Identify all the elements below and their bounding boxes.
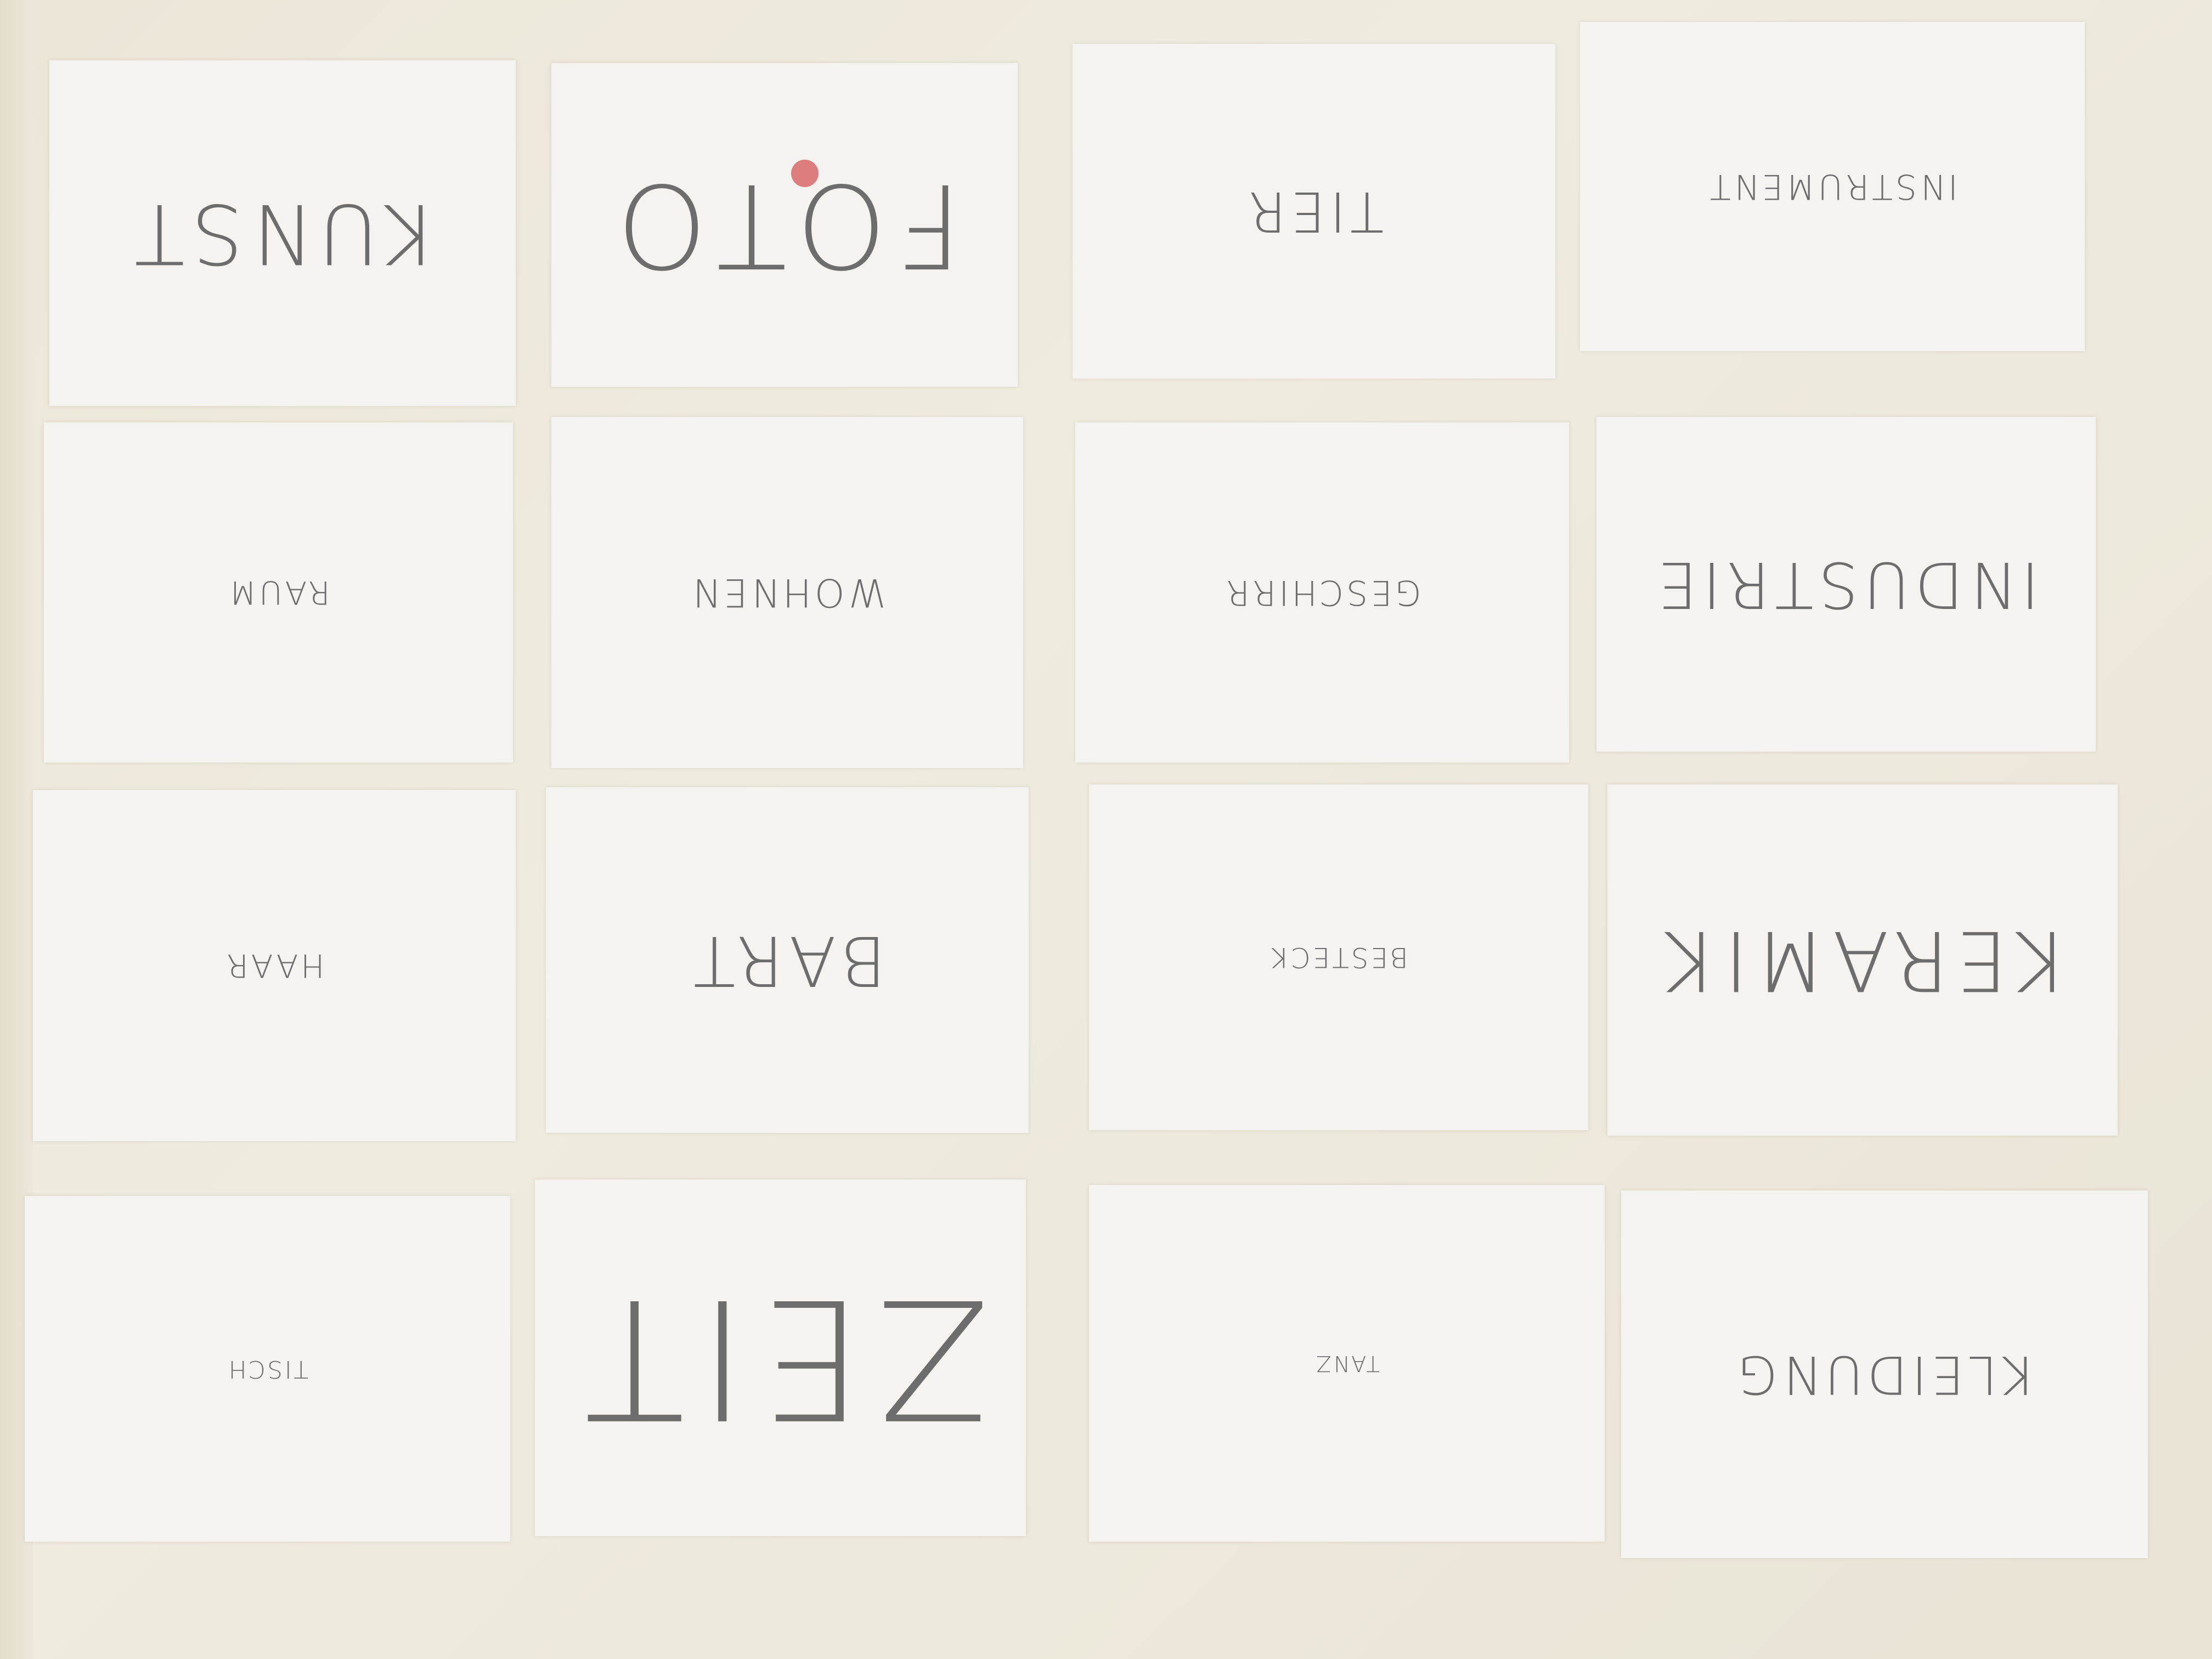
card-kleidung: KLEIDUNG (1621, 1190, 2148, 1558)
card-word: KERAMIK (1657, 912, 2068, 1008)
card-kunst: KUNST (49, 60, 516, 406)
card-word: RAUM (227, 574, 330, 611)
card-word: TANZ (1314, 1351, 1380, 1376)
card-word: KUNST (128, 185, 437, 281)
card-word: TIER (1244, 179, 1384, 244)
card-tisch: TISCH (25, 1196, 510, 1542)
card-word: KLEIDUNG (1733, 1344, 2036, 1404)
card-geschirr: GESCHIRR (1075, 422, 1569, 763)
card-keramik: KERAMIK (1607, 785, 2118, 1136)
card-besteck: BESTECK (1089, 785, 1588, 1130)
card-industrie: INDUSTRIE (1596, 417, 2096, 752)
card-word: TISCH (226, 1355, 309, 1383)
card-tanz: TANZ (1089, 1185, 1605, 1542)
card-raum: RAUM (44, 422, 513, 763)
card-tier: TIER (1073, 44, 1555, 379)
card-word: ZEIT (571, 1262, 990, 1454)
marker-dot (791, 160, 819, 187)
card-word: BESTECK (1269, 941, 1408, 973)
card-word: GESCHIRR (1223, 572, 1421, 613)
card-haar: HAAR (33, 790, 516, 1141)
card-foto: FOTO (551, 63, 1018, 387)
card-word: HAAR (224, 947, 325, 984)
card-zeit: ZEIT (535, 1180, 1026, 1536)
card-wohnen: WOHNEN (551, 417, 1023, 768)
card-word: WOHNEN (689, 570, 886, 615)
card-word: BART (688, 920, 887, 1000)
card-word: INDUSTRIE (1652, 548, 2040, 621)
card-bart: BART (546, 787, 1029, 1133)
card-instrument: INSTRUMENT (1580, 22, 2085, 351)
card-word: INSTRUMENT (1707, 166, 1958, 207)
card-word: FOTO (607, 157, 962, 292)
